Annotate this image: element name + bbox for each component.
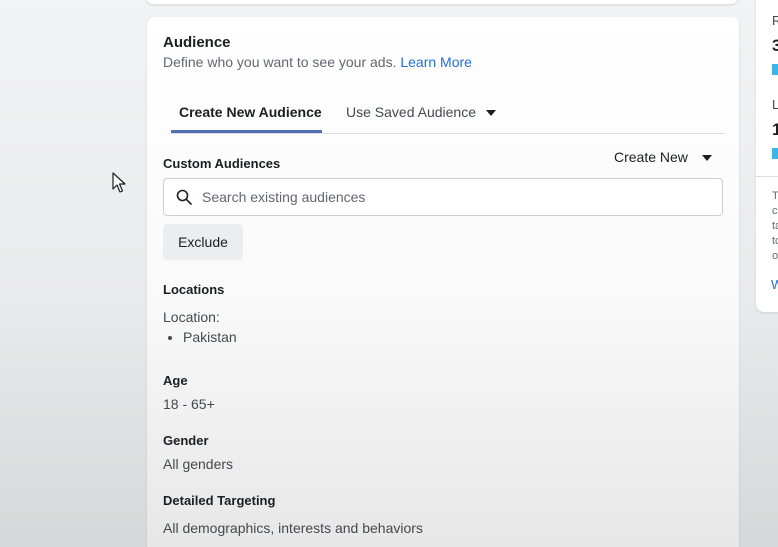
search-audiences-input[interactable]: [202, 179, 702, 215]
audience-subtitle-text: Define who you want to see your ads.: [163, 54, 397, 70]
location-label: Location:: [163, 309, 220, 325]
tab-create-new-audience[interactable]: Create New Audience: [179, 104, 322, 132]
panel-divider: [756, 176, 778, 177]
create-new-dropdown[interactable]: Create New: [614, 149, 712, 165]
age-label: Age: [163, 373, 188, 388]
location-list: Pakistan: [163, 329, 237, 345]
panel-note-line: c: [772, 205, 778, 217]
locations-label: Locations: [163, 282, 225, 297]
tab-use-saved-audience-label: Use Saved Audience: [346, 104, 476, 120]
audience-card: Audience Define who you want to see your…: [147, 17, 739, 547]
result-value-fragment: 1: [772, 120, 778, 139]
gender-value: All genders: [163, 456, 234, 472]
reach-label-fragment: R: [772, 13, 778, 28]
caret-down-icon: [701, 155, 712, 162]
audience-subtitle: Define who you want to see your ads. Lea…: [163, 54, 472, 70]
panel-note-line: T: [772, 190, 778, 202]
reach-value-fragment: 3: [772, 36, 778, 55]
result-label-fragment: L: [772, 97, 778, 112]
location-item: Pakistan: [183, 329, 237, 345]
search-icon: [176, 189, 192, 205]
reach-estimate-bar: [772, 64, 778, 75]
search-audiences-box: [163, 178, 723, 216]
tab-use-saved-audience[interactable]: Use Saved Audience: [346, 104, 496, 120]
tab-create-new-audience-label: Create New Audience: [179, 104, 322, 120]
panel-note-line: tc: [772, 235, 778, 247]
audience-title: Audience: [163, 34, 231, 51]
learn-more-link[interactable]: Learn More: [400, 54, 472, 70]
detailed-targeting-value: All demographics, interests and behavior…: [163, 520, 423, 536]
custom-audiences-label: Custom Audiences: [163, 156, 281, 171]
mouse-pointer-icon: [112, 172, 126, 193]
previous-section-card: [146, 0, 738, 4]
panel-note-line: o: [772, 250, 778, 262]
panel-note-line: ta: [772, 220, 778, 232]
gender-label: Gender: [163, 433, 209, 448]
audience-estimate-panel: R 3 L 1 T c ta tc o W: [756, 0, 778, 312]
create-new-label: Create New: [614, 149, 688, 165]
active-tab-indicator: [171, 130, 322, 133]
age-value: 18 - 65+: [163, 396, 215, 412]
caret-down-icon: [485, 110, 496, 117]
panel-link-fragment[interactable]: W: [771, 277, 778, 292]
result-estimate-bar: [772, 148, 778, 159]
exclude-button[interactable]: Exclude: [163, 224, 243, 260]
audience-tabs: Create New Audience Use Saved Audience: [171, 99, 725, 134]
detailed-targeting-label: Detailed Targeting: [163, 493, 276, 508]
